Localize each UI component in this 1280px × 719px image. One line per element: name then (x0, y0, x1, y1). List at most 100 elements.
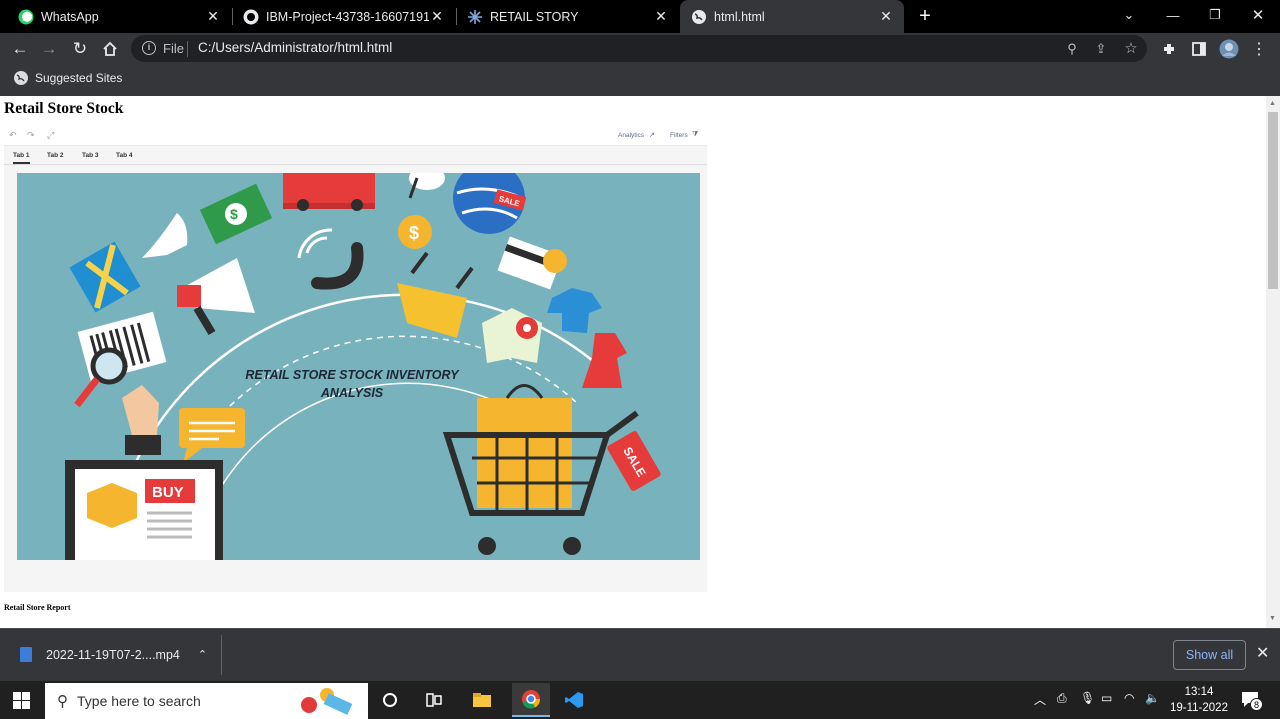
basket-icon (397, 251, 474, 338)
microphone-icon[interactable]: 🎙 (1080, 691, 1095, 705)
forward-icon[interactable]: → (37, 37, 61, 61)
close-tab-icon[interactable]: ✕ (653, 8, 669, 25)
file-explorer-icon[interactable] (468, 686, 496, 714)
chrome-taskbar-icon[interactable] (512, 683, 550, 717)
address-bar[interactable]: i File C:/Users/Administrator/html.html … (131, 35, 1147, 62)
report-title: Retail Store Report (4, 603, 71, 612)
globe-icon (14, 71, 28, 85)
megaphone-icon (177, 258, 255, 336)
tableau-dashboard: ↶ ↷ ⤢ Analytics ↗ Filters ⧩ Tab 1 Tab 2 … (4, 126, 707, 592)
filters-button[interactable]: Filters (670, 132, 688, 139)
hero-title-line-2: ANALYSIS (320, 386, 384, 400)
cortana-icon[interactable] (376, 686, 404, 714)
close-download-bar-icon[interactable]: ✕ (1256, 643, 1269, 663)
minimize-icon[interactable]: — (1151, 0, 1195, 30)
close-tab-icon[interactable]: ✕ (878, 8, 894, 25)
url-text[interactable]: C:/Users/Administrator/html.html (198, 40, 392, 55)
tab-title: IBM-Project-43738-1660719127/ (266, 9, 429, 24)
file-icon (20, 647, 32, 662)
show-all-button[interactable]: Show all (1173, 640, 1246, 670)
browser-tab-strip: WhatsApp ✕ IBM-Project-43738-1660719127/… (0, 0, 1280, 33)
analytics-icon: ↗ (649, 132, 655, 139)
search-placeholder: Type here to search (77, 693, 201, 709)
battery-icon[interactable]: ▭ (1101, 691, 1112, 705)
meet-icon[interactable]: ⎙ (1057, 691, 1067, 706)
windows-taskbar: ⚲ Type here to search ︿ ⎙ 🎙 ▭ ◠ 🔈 13:14 … (0, 681, 1280, 719)
windows-start-icon[interactable] (13, 692, 30, 709)
extensions-icon[interactable] (1157, 37, 1181, 61)
analytics-button[interactable]: Analytics (618, 132, 644, 139)
tab-4[interactable]: Tab 4 (116, 152, 133, 159)
cloud-icon (408, 173, 445, 199)
dress-icon (582, 333, 627, 388)
tab-retail-story[interactable]: RETAIL STORY ✕ (457, 0, 679, 33)
search-icon: ⚲ (57, 693, 68, 710)
volume-icon[interactable]: 🔈 (1145, 691, 1160, 705)
bookmark-star-icon[interactable]: ☆ (1123, 41, 1139, 57)
new-tab-icon[interactable]: + (914, 5, 936, 27)
zoom-icon[interactable]: ⚲ (1064, 41, 1080, 57)
notification-count: 8 (1250, 698, 1263, 711)
home-icon[interactable] (98, 37, 122, 61)
download-item[interactable]: 2022-11-19T07-2....mp4 ⌃ (20, 647, 207, 662)
page-title: Retail Store Stock (4, 100, 124, 117)
credit-card-icon (497, 236, 567, 290)
close-tab-icon[interactable]: ✕ (205, 8, 221, 25)
scroll-up-icon[interactable]: ▲ (1269, 100, 1276, 107)
scroll-down-icon[interactable]: ▼ (1269, 615, 1276, 622)
scrollbar-thumb[interactable] (1268, 112, 1278, 289)
tab-3[interactable]: Tab 3 (82, 152, 99, 159)
tab-html[interactable]: html.html ✕ (680, 0, 904, 33)
vscode-icon[interactable] (560, 686, 588, 714)
close-tab-icon[interactable]: ✕ (429, 8, 445, 25)
tableau-icon (467, 9, 483, 25)
svg-text:$: $ (409, 223, 419, 243)
money-icon: $ (199, 183, 273, 245)
tab-github[interactable]: IBM-Project-43738-1660719127/ ✕ (233, 0, 455, 33)
wifi-icon[interactable]: ◠ (1124, 691, 1134, 705)
shopping-cart-icon (442, 384, 639, 555)
laptop-icon: BUY (65, 460, 223, 560)
tab-search-chevron-icon[interactable]: ⌄ (1107, 0, 1151, 30)
tray-chevron-icon[interactable]: ︿ (1034, 691, 1046, 708)
search-highlight-icon (301, 688, 353, 715)
bookmark-suggested-sites[interactable]: Suggested Sites (14, 71, 122, 85)
restore-icon[interactable]: ❐ (1193, 0, 1237, 30)
page-scrollbar[interactable]: ▲ ▼ (1266, 96, 1280, 628)
download-file-name: 2022-11-19T07-2....mp4 (46, 647, 180, 662)
tshirt-icon (547, 288, 602, 333)
taskbar-search[interactable]: ⚲ Type here to search (45, 683, 368, 719)
whatsapp-icon (18, 9, 34, 25)
reload-icon[interactable]: ↻ (68, 37, 92, 61)
buy-label: BUY (152, 484, 184, 501)
fullscreen-icon[interactable]: ⤢ (47, 130, 54, 141)
redo-icon[interactable]: ↷ (27, 130, 35, 141)
share-icon[interactable]: ⇪ (1093, 41, 1109, 57)
tab-1[interactable]: Tab 1 (13, 152, 30, 164)
browser-toolbar: ← → ↻ i File C:/Users/Administrator/html… (0, 33, 1280, 64)
undo-icon[interactable]: ↶ (9, 130, 17, 141)
avatar[interactable] (1217, 37, 1241, 61)
task-view-icon[interactable] (420, 686, 448, 714)
hero-title-line-1: RETAIL STORE STOCK INVENTORY (245, 368, 459, 382)
menu-icon[interactable]: ⋮ (1247, 37, 1271, 61)
chevron-up-icon[interactable]: ⌃ (198, 648, 207, 661)
side-panel-icon[interactable] (1187, 37, 1211, 61)
tab-title: RETAIL STORY (490, 9, 579, 24)
back-icon[interactable]: ← (8, 37, 32, 61)
gift-icon (69, 241, 141, 313)
hero-image: $ SALE $ BUY SALE RETAIL STORE STOCK INV… (17, 173, 700, 560)
tab-whatsapp[interactable]: WhatsApp ✕ (0, 0, 231, 33)
tab-title: html.html (714, 9, 765, 24)
magnifier-icon (74, 347, 128, 408)
truck-icon (283, 173, 375, 211)
chat-bubble-icon (179, 408, 245, 463)
tab-2[interactable]: Tab 2 (47, 152, 64, 159)
hand-icon (122, 385, 161, 455)
system-clock[interactable]: 13:14 19-11-2022 (1168, 684, 1230, 716)
close-window-icon[interactable]: ✕ (1236, 0, 1280, 30)
download-bar: 2022-11-19T07-2....mp4 ⌃ Show all ✕ (0, 628, 1280, 681)
info-icon[interactable]: i (142, 41, 156, 55)
hero-title: RETAIL STORE STOCK INVENTORY ANALYSIS (232, 366, 472, 402)
notification-icon[interactable]: 8 (1240, 690, 1263, 711)
